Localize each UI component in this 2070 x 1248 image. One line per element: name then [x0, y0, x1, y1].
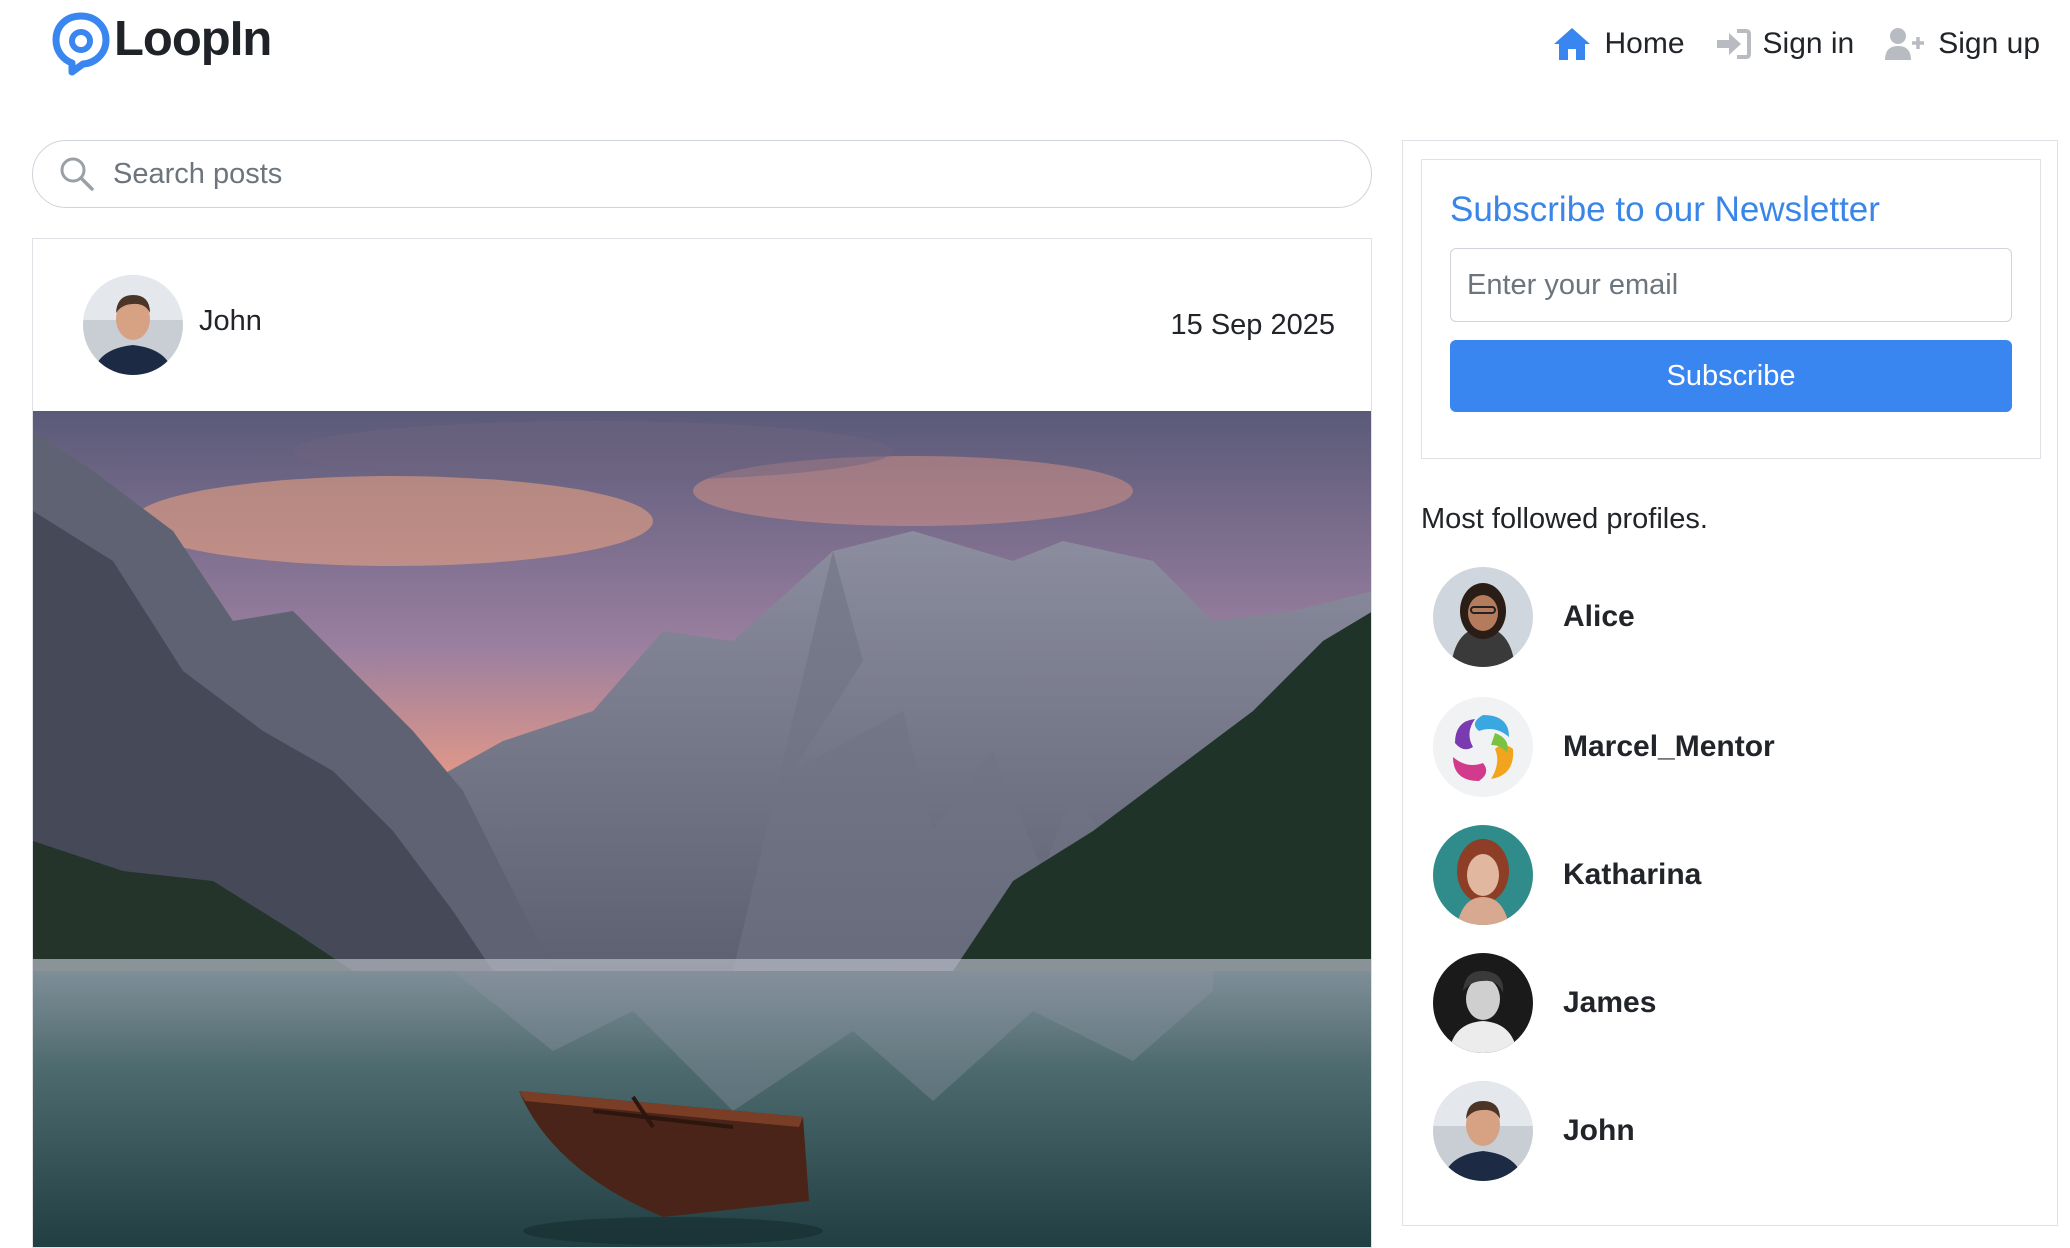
user-plus-icon	[1885, 28, 1925, 60]
profile-name: Alice	[1563, 600, 1635, 633]
swirl-logo-icon	[1433, 697, 1533, 797]
newsletter-email-input[interactable]	[1450, 248, 2012, 322]
search-bar[interactable]	[32, 140, 1372, 208]
avatar-photo	[1433, 825, 1533, 925]
avatar-photo	[1433, 567, 1533, 667]
post-image[interactable]	[33, 411, 1371, 1247]
loopin-logo-icon	[52, 12, 110, 76]
post-card: John 15 Sep 2025	[32, 238, 1372, 1248]
avatar	[1433, 1081, 1533, 1181]
brand-name: LoopIn	[114, 12, 272, 66]
brand-logo[interactable]: LoopIn	[52, 10, 272, 76]
avatar-photo	[1433, 953, 1533, 1053]
most-followed-heading: Most followed profiles.	[1421, 503, 1708, 535]
sidebar: Subscribe to our Newsletter Subscribe Mo…	[1402, 140, 2058, 1226]
search-input[interactable]	[111, 156, 1315, 192]
profile-name: Katharina	[1563, 858, 1702, 891]
home-icon	[1554, 28, 1591, 60]
post-date: 15 Sep 2025	[1170, 309, 1335, 341]
newsletter-card: Subscribe to our Newsletter Subscribe	[1421, 159, 2041, 459]
top-navbar: LoopIn Home Sign in Sign up	[0, 0, 2070, 100]
profile-item-john[interactable]: John	[1433, 1081, 1993, 1181]
profile-item-marcel-mentor[interactable]: Marcel_Mentor	[1433, 697, 1993, 797]
sign-in-icon	[1716, 29, 1751, 59]
subscribe-button[interactable]: Subscribe	[1450, 340, 2012, 412]
nav-sign-in[interactable]: Sign in	[1715, 27, 1855, 61]
post-author-avatar[interactable]	[83, 275, 183, 375]
avatar	[1433, 825, 1533, 925]
profile-item-alice[interactable]: Alice	[1433, 567, 1993, 667]
profile-name: James	[1563, 986, 1657, 1019]
post-author-name[interactable]: John	[199, 305, 262, 338]
nav-sign-up-label: Sign up	[1938, 27, 2040, 60]
avatar	[1433, 953, 1533, 1053]
profile-name: John	[1563, 1114, 1635, 1147]
main-nav: Home Sign in Sign up	[1522, 20, 2040, 68]
avatar	[1433, 567, 1533, 667]
avatar-photo	[83, 275, 183, 375]
profile-name: Marcel_Mentor	[1563, 730, 1775, 763]
newsletter-title: Subscribe to our Newsletter	[1450, 190, 1880, 229]
profile-item-katharina[interactable]: Katharina	[1433, 825, 1993, 925]
nav-home-label: Home	[1604, 27, 1685, 60]
search-icon	[60, 157, 94, 191]
nav-home[interactable]: Home	[1552, 26, 1685, 62]
post-header: John 15 Sep 2025	[33, 239, 1371, 411]
profile-item-james[interactable]: James	[1433, 953, 1993, 1053]
nav-sign-up[interactable]: Sign up	[1884, 27, 2040, 61]
avatar-photo	[1433, 1081, 1533, 1181]
landscape-photo	[33, 411, 1371, 1247]
nav-sign-in-label: Sign in	[1762, 27, 1855, 60]
avatar	[1433, 697, 1533, 797]
